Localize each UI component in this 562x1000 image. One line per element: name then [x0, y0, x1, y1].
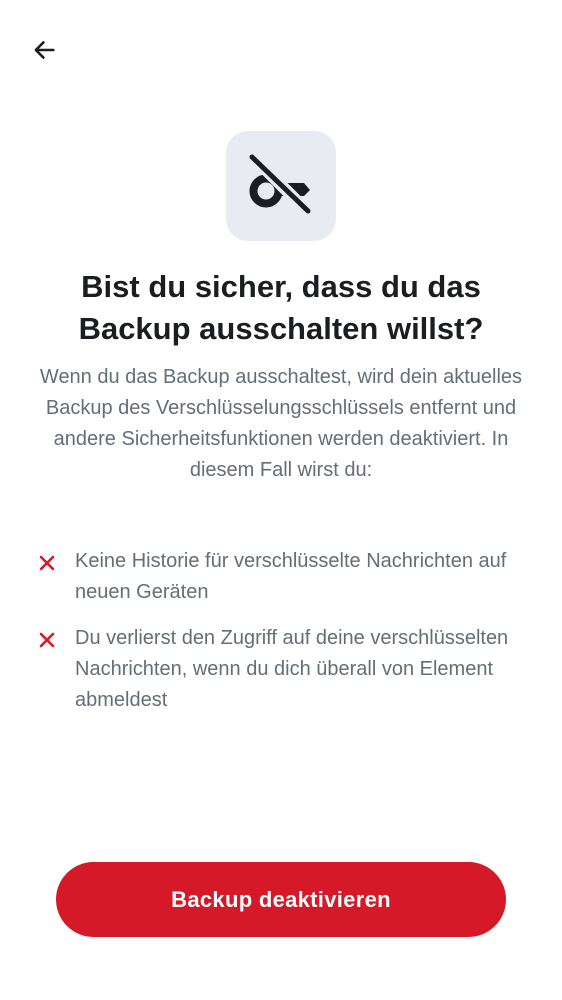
arrow-left-icon [34, 41, 55, 59]
key-off-icon [246, 154, 316, 218]
close-icon [39, 632, 55, 648]
list-item: Du verlierst den Zugriff auf deine versc… [36, 623, 526, 716]
list-item: Keine Historie für verschlüsselte Nachri… [36, 546, 526, 608]
back-button[interactable] [24, 30, 64, 70]
description-text: Wenn du das Backup ausschaltest, wird de… [39, 366, 523, 481]
close-icon [39, 555, 55, 571]
disable-backup-button[interactable]: Backup deaktivieren [56, 862, 506, 937]
hero-icon-container [226, 131, 336, 241]
page-title: Bist du sicher, dass du das Backup aussc… [78, 269, 484, 346]
consequence-list: Keine Historie für verschlüsselte Nachri… [36, 546, 526, 731]
list-item-text: Du verlierst den Zugriff auf deine versc… [75, 627, 509, 711]
list-item-text: Keine Historie für verschlüsselte Nachri… [75, 550, 507, 603]
